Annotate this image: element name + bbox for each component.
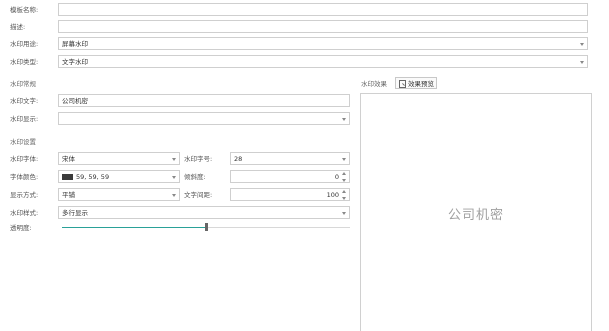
transparency-label: 透明度:	[10, 224, 32, 232]
chevron-down-icon	[580, 43, 584, 46]
chevron-down-icon	[580, 61, 584, 64]
transparency-slider-handle[interactable]	[205, 223, 208, 231]
style-value: 多行显示	[62, 209, 88, 217]
watermark-usage-value: 屏幕水印	[62, 40, 88, 48]
color-swatch	[62, 174, 73, 180]
font-color-value: 59, 59, 59	[76, 173, 110, 181]
font-color-label: 字体颜色:	[10, 173, 39, 181]
text-spacing-label: 文字间距:	[184, 191, 213, 199]
transparency-slider-fill	[62, 227, 206, 228]
watermark-type-select[interactable]: 文字水印	[58, 55, 588, 68]
section-content-title: 水印常规	[10, 80, 36, 88]
chevron-down-icon	[172, 176, 176, 179]
chevron-down-icon	[342, 158, 346, 161]
font-label: 水印字体:	[10, 155, 39, 163]
watermark-display-select[interactable]	[58, 112, 350, 125]
spinner-arrows-icon[interactable]	[342, 172, 347, 182]
preview-button-label: 效果预览	[408, 80, 434, 88]
preview-pane: 公司机密	[360, 93, 592, 331]
spinner-arrows-icon[interactable]	[342, 190, 347, 200]
font-size-select[interactable]: 28	[230, 152, 350, 165]
text-spacing-value: 100	[326, 191, 339, 199]
preview-label: 水印效果	[361, 80, 387, 88]
tilt-label: 倾斜度:	[184, 173, 206, 181]
template-name-label: 模板名称:	[10, 6, 39, 14]
watermark-type-value: 文字水印	[62, 58, 88, 66]
display-mode-value: 平铺	[62, 191, 75, 199]
font-size-label: 水印字号:	[184, 155, 213, 163]
tilt-stepper[interactable]: 0	[230, 170, 350, 183]
watermark-text-value: 公司机密	[62, 97, 88, 105]
chevron-down-icon	[172, 194, 176, 197]
section-settings-title: 水印设置	[10, 138, 36, 146]
font-value: 宋体	[62, 155, 75, 163]
watermark-text-label: 水印文字:	[10, 97, 39, 105]
watermark-preview-text: 公司机密	[447, 208, 504, 223]
display-mode-label: 显示方式:	[10, 191, 39, 199]
text-spacing-stepper[interactable]: 100	[230, 188, 350, 201]
template-name-input[interactable]	[58, 3, 588, 16]
description-input[interactable]	[58, 20, 588, 33]
watermark-usage-select[interactable]: 屏幕水印	[58, 37, 588, 50]
chevron-down-icon	[342, 118, 346, 121]
preview-icon	[399, 80, 406, 88]
font-select[interactable]: 宋体	[58, 152, 180, 165]
watermark-display-label: 水印显示:	[10, 115, 39, 123]
style-select[interactable]: 多行显示	[58, 206, 350, 219]
chevron-down-icon	[342, 212, 346, 215]
watermark-usage-label: 水印用途:	[10, 40, 39, 48]
watermark-type-label: 水印类型:	[10, 58, 39, 66]
watermark-text-input[interactable]: 公司机密	[58, 94, 350, 107]
display-mode-select[interactable]: 平铺	[58, 188, 180, 201]
font-size-value: 28	[234, 155, 243, 163]
preview-button[interactable]: 效果预览	[395, 77, 437, 89]
description-label: 描述:	[10, 23, 26, 31]
tilt-value: 0	[334, 173, 339, 181]
chevron-down-icon	[172, 158, 176, 161]
style-label: 水印样式:	[10, 209, 39, 217]
font-color-picker[interactable]: 59, 59, 59	[58, 170, 180, 183]
